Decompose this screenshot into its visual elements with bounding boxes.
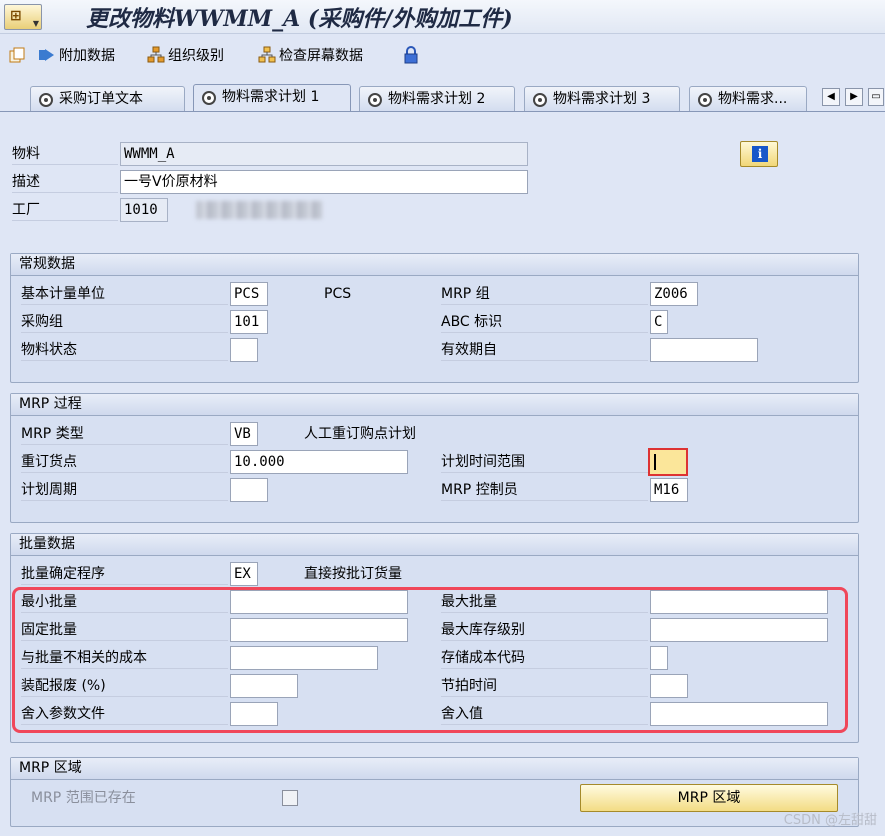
material-field[interactable]: WWMM_A	[120, 142, 528, 166]
tab-scroll-right-button[interactable]: ▶	[845, 88, 863, 106]
planning-horizon-label: 计划时间范围	[441, 451, 648, 473]
tab-po-text[interactable]: 采购订单文本	[30, 86, 185, 112]
tab-scroll-left-button[interactable]: ◀	[822, 88, 840, 106]
material-status-label: 物料状态	[21, 339, 228, 361]
reorder-point-label: 重订货点	[21, 451, 228, 473]
additional-data-button[interactable]: 附加数据	[38, 44, 115, 66]
tab-label: 物料需求...	[718, 91, 788, 107]
copy-document-icon	[9, 47, 25, 63]
org-levels-button[interactable]: 组织级别	[147, 44, 224, 66]
arrow-right-icon	[39, 49, 54, 61]
mrp-type-field[interactable]: VB	[230, 422, 258, 446]
toolbar	[0, 35, 885, 73]
lot-procedure-text: 直接按批订货量	[304, 566, 402, 582]
lot-procedure-label: 批量确定程序	[21, 563, 228, 585]
tab-status-icon	[368, 93, 382, 107]
purch-group-field[interactable]: 101	[230, 310, 268, 334]
tab-status-icon	[202, 91, 216, 105]
tab-status-icon	[533, 93, 547, 107]
base-uom-field[interactable]: PCS	[230, 282, 268, 306]
plant-description-redacted	[196, 201, 322, 219]
tab-mrp2[interactable]: 物料需求计划 2	[359, 86, 515, 112]
watermark: CSDN @左甜甜	[783, 813, 877, 828]
abc-indicator-field[interactable]: C	[650, 310, 668, 334]
mrp-area-exists-label: MRP 范围已存在	[31, 790, 136, 806]
tab-status-icon	[39, 93, 53, 107]
info-button[interactable]: i	[740, 141, 778, 167]
group-title: MRP 过程	[11, 394, 858, 416]
additional-data-label: 附加数据	[59, 48, 115, 64]
tab-mrp4[interactable]: 物料需求...	[689, 86, 807, 112]
other-view-button[interactable]	[8, 44, 26, 66]
check-screen-data-label: 检查屏幕数据	[279, 48, 363, 64]
group-title: 常规数据	[11, 254, 858, 276]
check-hierarchy-icon	[258, 46, 276, 63]
text-cursor	[654, 454, 656, 470]
tab-label: 物料需求计划 3	[553, 91, 651, 107]
mrp-controller-label: MRP 控制员	[441, 479, 648, 501]
lock-button[interactable]	[402, 44, 420, 66]
info-icon: i	[752, 146, 768, 162]
purch-group-label: 采购组	[21, 311, 228, 333]
plant-field[interactable]: 1010	[120, 198, 168, 222]
mrp-group-label: MRP 组	[441, 283, 648, 305]
tab-label: 物料需求计划 2	[388, 91, 486, 107]
base-uom-text: PCS	[324, 286, 352, 302]
highlight-box	[12, 587, 848, 733]
group-title: 批量数据	[11, 534, 858, 556]
plant-label: 工厂	[12, 199, 118, 221]
check-screen-data-button[interactable]: 检查屏幕数据	[258, 44, 363, 66]
base-uom-label: 基本计量单位	[21, 283, 228, 305]
group-title: MRP 区域	[11, 758, 858, 780]
mrp-area-exists-checkbox[interactable]	[282, 790, 298, 806]
reorder-point-field[interactable]: 10.000	[230, 450, 408, 474]
mrp-controller-field[interactable]: M16	[650, 478, 688, 502]
valid-from-field[interactable]	[650, 338, 758, 362]
org-levels-label: 组织级别	[168, 48, 224, 64]
org-hierarchy-icon	[147, 46, 165, 63]
planning-cycle-field[interactable]	[230, 478, 268, 502]
mrp-type-text: 人工重订购点计划	[304, 426, 416, 442]
tab-label: 采购订单文本	[59, 91, 143, 107]
tab-mrp1[interactable]: 物料需求计划 1	[193, 84, 351, 112]
lot-procedure-field[interactable]: EX	[230, 562, 258, 586]
description-field[interactable]: 一号V价原材料	[120, 170, 528, 194]
tab-underline	[0, 111, 885, 112]
tab-mrp3[interactable]: 物料需求计划 3	[524, 86, 680, 112]
tab-status-icon	[698, 93, 712, 107]
mrp-area-button[interactable]: MRP 区域	[580, 784, 838, 812]
description-label: 描述	[12, 171, 118, 193]
window-title: 更改物料WWMM_A (采购件/外购加工件)	[86, 6, 513, 32]
mrp-type-label: MRP 类型	[21, 423, 228, 445]
planning-cycle-label: 计划周期	[21, 479, 228, 501]
app-menu-icon[interactable]: ⊞ ▼	[4, 4, 42, 30]
mrp-group-field[interactable]: Z006	[650, 282, 698, 306]
abc-indicator-label: ABC 标识	[441, 311, 648, 333]
lock-icon	[404, 46, 418, 64]
material-label: 物料	[12, 143, 118, 165]
tab-label: 物料需求计划 1	[222, 89, 320, 105]
valid-from-label: 有效期自	[441, 339, 648, 361]
tab-list-button[interactable]: ▭	[868, 88, 884, 106]
material-status-field[interactable]	[230, 338, 258, 362]
